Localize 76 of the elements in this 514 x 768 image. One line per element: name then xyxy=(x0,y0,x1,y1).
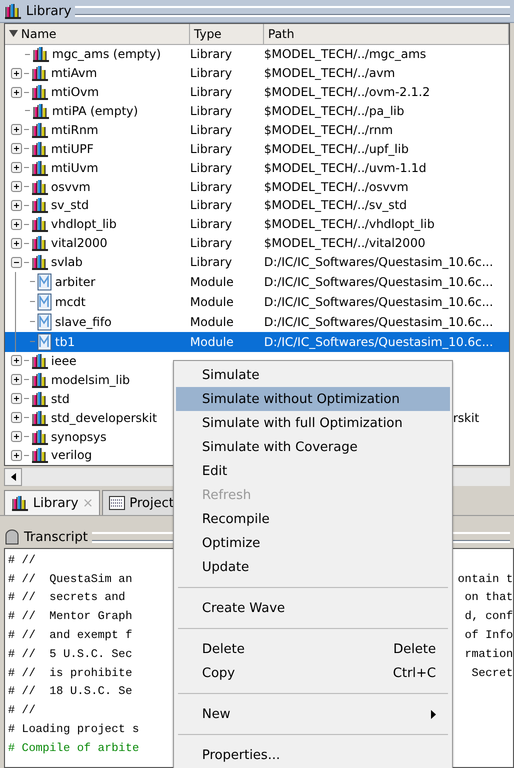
item-name: mtiAvm xyxy=(51,66,98,80)
item-type: Module xyxy=(190,274,235,289)
item-path: $MODEL_TECH/../sv_std xyxy=(264,198,408,212)
console-line: # // is prohibite xyxy=(8,666,132,680)
item-type: Module xyxy=(190,314,235,329)
item-path: $MODEL_TECH/../osvvm xyxy=(264,180,410,194)
shortcut-label: Ctrl+C xyxy=(392,666,436,680)
console-line: rmation xyxy=(464,648,513,661)
item-path: $MODEL_TECH/../vital2000 xyxy=(264,236,426,250)
item-type: Module xyxy=(190,334,235,349)
item-name: mtiRnm xyxy=(51,122,98,137)
console-line: # // secrets and xyxy=(8,591,126,604)
console-line: on that xyxy=(464,591,513,604)
item-path: D:/IC/IC_Softwares/Questasim_10.6c... xyxy=(264,255,494,270)
item-path: $MODEL_TECH/../rnm xyxy=(264,122,394,137)
console-line: # // QuestaSim an xyxy=(8,572,132,586)
panel-title: Transcript xyxy=(24,530,88,544)
console-line: # Compile of arbite xyxy=(8,742,140,755)
item-name: mtiOvm xyxy=(51,85,99,100)
item-type: Library xyxy=(190,47,233,62)
item-path: D:/IC/IC_Softwares/Questasim_10.6c... xyxy=(264,314,494,329)
item-name: sv_std xyxy=(51,198,89,212)
console-line: # // xyxy=(8,704,36,718)
item-type: Library xyxy=(190,142,233,156)
item-path: D:/IC/IC_Softwares/Questasim_10.6c... xyxy=(264,334,494,349)
console-line: of Info xyxy=(464,629,513,642)
item-type: Library xyxy=(190,198,233,212)
item-name: mtiUvm xyxy=(51,160,98,175)
item-name: modelsim_lib xyxy=(51,372,130,387)
item-type: Library xyxy=(190,122,233,137)
item-name: vhdlopt_lib xyxy=(51,217,117,232)
console-line: # // and exempt f xyxy=(8,629,132,642)
console-line: # // 18 U.S.C. Se xyxy=(8,685,132,698)
console-line: d, conf xyxy=(464,610,513,624)
item-name: mtiPA (empty) xyxy=(52,104,138,118)
item-name: synopsys xyxy=(51,430,107,444)
item-type: Library xyxy=(190,255,233,270)
item-path: rskit xyxy=(453,410,480,425)
item-path: $MODEL_TECH/../avm xyxy=(264,66,396,80)
item-name: mgc_ams (empty) xyxy=(52,47,161,62)
item-type: Library xyxy=(190,85,233,100)
item-type: Module xyxy=(190,294,235,309)
item-path: $MODEL_TECH/../mgc_ams xyxy=(264,47,428,62)
item-type: Library xyxy=(190,236,233,250)
item-name: mtiUPF xyxy=(51,142,94,156)
console-line: # // Mentor Graph xyxy=(8,610,132,624)
item-type: Library xyxy=(190,66,233,80)
shortcut-label: Delete xyxy=(393,642,436,656)
item-path: $MODEL_TECH/../vhdlopt_lib xyxy=(264,217,436,232)
item-path: $MODEL_TECH/../upf_lib xyxy=(264,142,410,156)
item-path: D:/IC/IC_Softwares/Questasim_10.6c... xyxy=(264,294,494,309)
item-name: verilog xyxy=(51,448,92,462)
console-line: # Loading project s xyxy=(8,723,140,736)
item-name: svlab xyxy=(51,255,83,270)
item-type: Library xyxy=(190,104,233,118)
item-name: osvvm xyxy=(51,180,90,194)
item-name: std_developerskit xyxy=(51,410,157,425)
console-line: # // 5 U.S.C. Sec xyxy=(8,648,132,661)
item-path: D:/IC/IC_Softwares/Questasim_10.6c... xyxy=(264,274,494,289)
console-line: Secret xyxy=(472,666,513,680)
console-line: ontain t xyxy=(458,572,513,586)
item-name: vital2000 xyxy=(51,236,108,250)
item-path: $MODEL_TECH/../pa_lib xyxy=(264,104,406,118)
item-type: Library xyxy=(190,160,233,175)
item-name: arbiter xyxy=(55,274,96,289)
item-type: Library xyxy=(190,180,233,194)
item-path: $MODEL_TECH/../ovm-2.1.2 xyxy=(264,85,431,100)
item-name: tb1 xyxy=(55,334,75,349)
item-path: $MODEL_TECH/../uvm-1.1d xyxy=(264,160,428,175)
console-line: # // xyxy=(8,554,36,567)
item-name: slave_fifo xyxy=(55,314,112,329)
item-name: mcdt xyxy=(55,294,86,309)
panel-title: Library xyxy=(26,4,72,18)
item-name: ieee xyxy=(51,354,76,368)
item-type: Library xyxy=(190,217,233,232)
item-name: std xyxy=(51,392,70,406)
